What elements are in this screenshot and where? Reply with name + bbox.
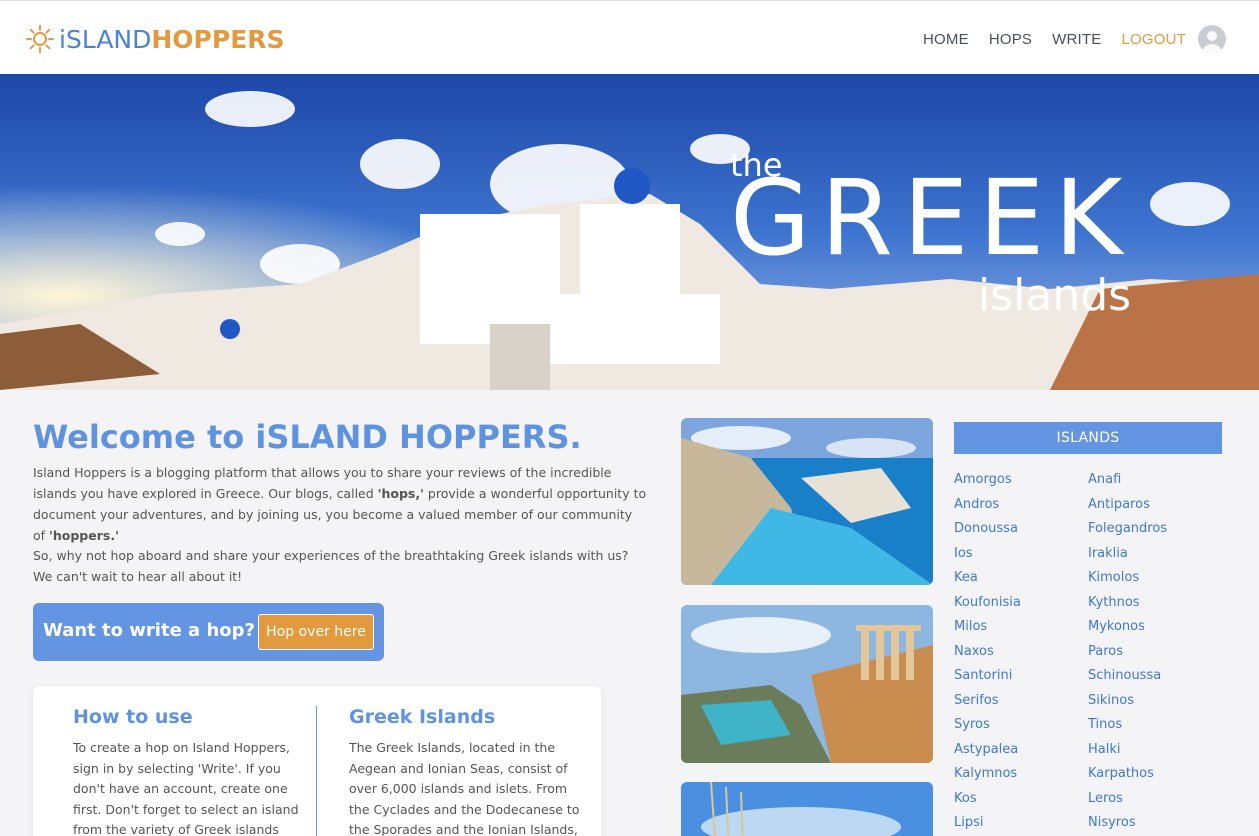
nav-home[interactable]: HOME	[923, 31, 969, 48]
island-link-astypalea[interactable]: Astypalea	[954, 742, 1018, 757]
island-link-amorgos[interactable]: Amorgos	[954, 472, 1012, 487]
island-link-antiparos[interactable]: Antiparos	[1088, 497, 1150, 512]
column-divider	[316, 706, 317, 836]
nav-logout[interactable]: LOGOUT	[1121, 31, 1186, 48]
island-row: Donoussa Folegandros	[954, 521, 1224, 546]
island-row: Koufonisia Kythnos	[954, 595, 1224, 620]
island-link-folegandros[interactable]: Folegandros	[1088, 521, 1167, 536]
island-link-koufonisia[interactable]: Koufonisia	[954, 595, 1021, 610]
island-row: Santorini Schinoussa	[954, 668, 1224, 693]
island-link-kos[interactable]: Kos	[954, 791, 977, 806]
island-link-sikinos[interactable]: Sikinos	[1088, 693, 1134, 708]
brand-name: iSLANDHOPPERS	[59, 25, 285, 54]
user-avatar-icon[interactable]	[1198, 25, 1226, 53]
island-link-leros[interactable]: Leros	[1088, 791, 1123, 806]
lindos-acropolis-photo	[681, 605, 933, 763]
island-link-syros[interactable]: Syros	[954, 717, 990, 732]
write-hop-cta: Want to write a hop? Hop over here	[33, 603, 384, 661]
island-link-kea[interactable]: Kea	[954, 570, 978, 585]
intro-hoppers-term: 'hoppers.'	[49, 528, 119, 543]
how-to-use-text: To create a hop on Island Hoppers, sign …	[73, 740, 299, 836]
how-to-use-section: How to use To create a hop on Island Hop…	[73, 706, 308, 836]
island-row: Andros Antiparos	[954, 497, 1224, 522]
brand-name-part2: HOPPERS	[151, 24, 285, 54]
island-row: Astypalea Halki	[954, 742, 1224, 767]
island-row: Kea Kimolos	[954, 570, 1224, 595]
hero-title-greek: GREEK	[730, 157, 1133, 279]
info-card: How to use To create a hop on Island Hop…	[33, 686, 601, 836]
island-link-halki[interactable]: Halki	[1088, 742, 1121, 757]
island-link-karpathos[interactable]: Karpathos	[1088, 766, 1154, 781]
island-row: Amorgos Anafi	[954, 472, 1224, 497]
island-link-nisyros[interactable]: Nisyros	[1088, 815, 1136, 830]
greek-islands-text: The Greek Islands, located in the Aegean…	[349, 740, 580, 836]
island-link-lipsi[interactable]: Lipsi	[954, 815, 984, 830]
island-row: Ios Iraklia	[954, 546, 1224, 571]
brand-name-part1: iSLAND	[59, 24, 152, 54]
island-link-donoussa[interactable]: Donoussa	[954, 521, 1018, 536]
welcome-invite-paragraph: So, why not hop aboard and share your ex…	[33, 548, 629, 584]
island-row: Lipsi Nisyros	[954, 815, 1224, 836]
greek-islands-heading: Greek Islands	[349, 706, 496, 728]
island-link-anafi[interactable]: Anafi	[1088, 472, 1121, 487]
nav-write[interactable]: WRITE	[1052, 31, 1101, 48]
island-link-schinoussa[interactable]: Schinoussa	[1088, 668, 1161, 683]
islands-header: ISLANDS	[954, 422, 1222, 454]
island-link-kythnos[interactable]: Kythnos	[1088, 595, 1140, 610]
island-link-kalymnos[interactable]: Kalymnos	[954, 766, 1017, 781]
top-navbar: iSLANDHOPPERS HOME HOPS WRITE LOGOUT	[0, 0, 1259, 74]
island-link-paros[interactable]: Paros	[1088, 644, 1123, 659]
sun-icon	[26, 25, 54, 53]
island-link-mykonos[interactable]: Mykonos	[1088, 619, 1145, 634]
nav-links: HOME HOPS WRITE LOGOUT	[903, 25, 1226, 53]
island-link-kimolos[interactable]: Kimolos	[1088, 570, 1139, 585]
island-row: Kos Leros	[954, 791, 1224, 816]
brand-logo[interactable]: iSLANDHOPPERS	[25, 19, 285, 59]
island-row: Kalymnos Karpathos	[954, 766, 1224, 791]
island-link-milos[interactable]: Milos	[954, 619, 987, 634]
island-row: Serifos Sikinos	[954, 693, 1224, 718]
hop-over-here-button[interactable]: Hop over here	[258, 614, 374, 650]
nav-hops[interactable]: HOPS	[989, 31, 1032, 48]
greek-islands-section: Greek Islands The Greek Islands, located…	[349, 706, 584, 836]
cta-text: Want to write a hop?	[43, 620, 255, 641]
island-link-andros[interactable]: Andros	[954, 497, 999, 512]
island-link-naxos[interactable]: Naxos	[954, 644, 994, 659]
island-link-serifos[interactable]: Serifos	[954, 693, 999, 708]
island-link-ios[interactable]: Ios	[954, 546, 973, 561]
welcome-intro-paragraph: Island Hoppers is a blogging platform th…	[33, 462, 648, 546]
island-row: Naxos Paros	[954, 644, 1224, 669]
hero-banner: the GREEK islands	[0, 74, 1259, 390]
island-beach-photo	[681, 782, 933, 836]
hero-title-islands: islands	[978, 270, 1132, 321]
islands-list: Amorgos Anafi Andros Antiparos Donoussa Foleg…	[954, 472, 1224, 836]
island-link-tinos[interactable]: Tinos	[1088, 717, 1122, 732]
island-link-iraklia[interactable]: Iraklia	[1088, 546, 1128, 561]
island-link-santorini[interactable]: Santorini	[954, 668, 1012, 683]
island-row: Milos Mykonos	[954, 619, 1224, 644]
island-row: Syros Tinos	[954, 717, 1224, 742]
how-to-use-heading: How to use	[73, 706, 193, 728]
welcome-heading: Welcome to iSLAND HOPPERS.	[33, 418, 582, 456]
intro-hops-term: 'hops,'	[377, 486, 424, 501]
navagio-beach-photo	[681, 418, 933, 585]
